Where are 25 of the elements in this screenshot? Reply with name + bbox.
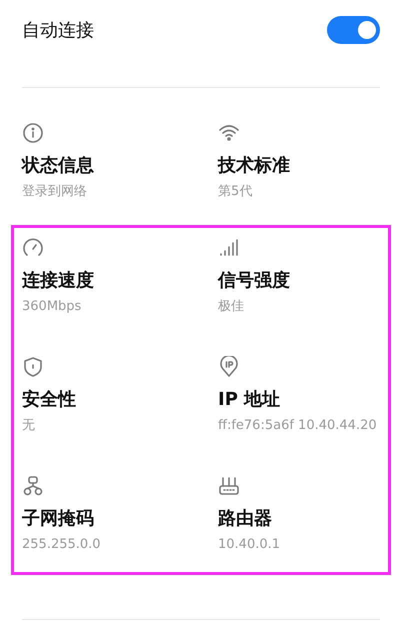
- info-title: 技术标准: [218, 154, 290, 178]
- shield-icon: [22, 356, 44, 378]
- info-value: ff:fe76:5a6f 10.40.44.20: [218, 417, 377, 435]
- info-value: 255.255.0.0: [22, 536, 101, 554]
- info-title: 路由器: [218, 507, 272, 531]
- info-value: 极佳: [218, 298, 244, 316]
- router-icon: [218, 475, 240, 497]
- info-value: 无: [22, 417, 35, 435]
- info-value: 第5代: [218, 183, 252, 201]
- info-value: 10.40.0.1: [218, 536, 280, 554]
- info-title: 连接速度: [22, 269, 94, 293]
- info-title: IP 地址: [218, 388, 280, 412]
- info-icon: [22, 122, 44, 144]
- info-title: 子网掩码: [22, 507, 94, 531]
- info-title: 安全性: [22, 388, 76, 412]
- network-icon: [22, 475, 44, 497]
- toggle-switch[interactable]: [327, 16, 380, 44]
- info-title: 信号强度: [218, 269, 290, 293]
- location-pin-icon: [218, 356, 240, 378]
- info-value: 登录到网络: [22, 183, 87, 201]
- setting-label: 自动连接: [22, 18, 94, 42]
- gauge-icon: [22, 237, 44, 259]
- info-title: 状态信息: [22, 154, 94, 178]
- wifi-icon: [218, 122, 240, 144]
- info-value: 360Mbps: [22, 298, 82, 316]
